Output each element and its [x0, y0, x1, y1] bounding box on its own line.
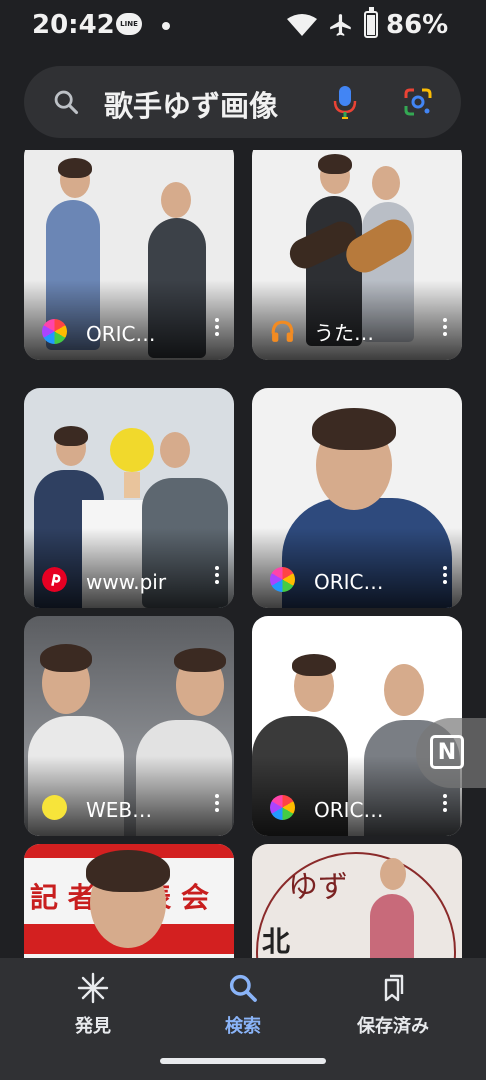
google-lens-icon[interactable]	[402, 86, 434, 118]
pinterest-icon	[42, 567, 67, 592]
nav-saved-label: 保存済み	[357, 1016, 429, 1037]
more-options-icon[interactable]	[443, 318, 448, 338]
floating-app-button[interactable]: N	[416, 718, 486, 788]
source-label: www.pir	[86, 570, 167, 594]
line-notification-icon: LINE	[116, 13, 142, 35]
more-options-icon[interactable]	[215, 794, 220, 814]
source-label: ORIC…	[314, 570, 384, 594]
oricon-icon	[42, 319, 67, 344]
nav-search-label: 検索	[225, 1016, 261, 1037]
battery-icon	[364, 7, 378, 38]
battery-percent: 86%	[386, 10, 449, 40]
headphones-icon	[271, 320, 294, 342]
more-options-icon[interactable]	[443, 794, 448, 814]
source-label: ORIC…	[314, 798, 384, 822]
bottom-navigation: 発見 検索 保存済み	[0, 958, 486, 1080]
search-query-text[interactable]: 歌手ゆず画像	[104, 83, 278, 125]
album-sub-text: 北	[262, 925, 291, 958]
search-icon	[54, 90, 79, 115]
asterisk-icon	[77, 972, 109, 1004]
nav-discover-label: 発見	[75, 1016, 111, 1037]
nav-search[interactable]: 検索	[173, 972, 313, 1038]
status-time: 20:42	[32, 10, 115, 40]
more-options-icon[interactable]	[215, 318, 220, 338]
source-label: うた…	[314, 321, 374, 345]
home-indicator[interactable]	[160, 1058, 326, 1064]
search-icon	[229, 974, 257, 1002]
airplane-icon	[330, 14, 351, 36]
image-result-card[interactable]: ORIC…	[252, 388, 462, 608]
status-bar: 20:42 LINE 86%	[0, 0, 486, 52]
oricon-icon	[270, 795, 295, 820]
image-result-card[interactable]: うた…	[252, 150, 462, 360]
bookmarks-icon	[384, 974, 404, 1002]
image-result-card[interactable]: ゆず 北	[252, 844, 462, 958]
yellow-dot-icon	[42, 795, 67, 820]
notification-dot-icon	[162, 22, 170, 30]
image-result-card[interactable]: www.pir	[24, 388, 234, 608]
oricon-icon	[270, 567, 295, 592]
more-options-icon[interactable]	[215, 566, 220, 586]
image-result-card[interactable]: ORIC…	[24, 150, 234, 360]
source-label: WEB…	[86, 798, 153, 822]
nav-discover[interactable]: 発見	[23, 972, 163, 1038]
search-bar[interactable]: 歌手ゆず画像	[24, 66, 461, 138]
wifi-icon	[287, 14, 317, 36]
image-result-card[interactable]: 記 者 発 表 会	[24, 844, 234, 958]
image-result-card[interactable]: WEB…	[24, 616, 234, 836]
more-options-icon[interactable]	[443, 566, 448, 586]
image-results-grid: ORIC… うた… www.pir ORIC… WEB… ORIC… 記 者 会…	[0, 150, 486, 958]
nav-saved[interactable]: 保存済み	[323, 972, 463, 1038]
source-label: ORIC…	[86, 322, 156, 346]
microphone-icon[interactable]	[332, 84, 358, 120]
n-app-icon: N	[430, 735, 464, 769]
album-title-text: ゆず	[288, 870, 348, 905]
